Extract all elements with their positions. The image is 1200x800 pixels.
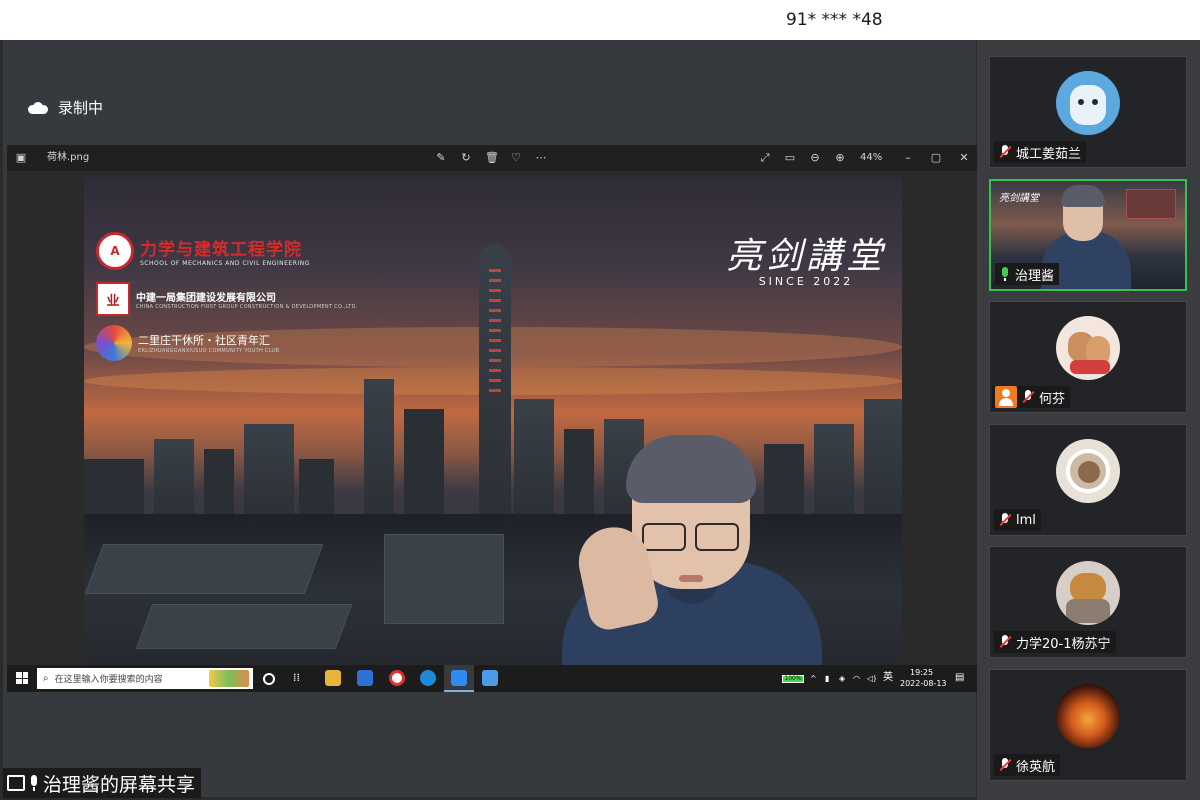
- participant-tile[interactable]: 何芬: [989, 301, 1187, 413]
- community-logo: [96, 325, 132, 361]
- participant-tile[interactable]: 徐英航: [989, 669, 1187, 781]
- person-icon: [995, 386, 1017, 408]
- windows-start-icon[interactable]: [16, 672, 28, 684]
- company-name-en: CHINA CONSTRUCTION FIRST GROUP CONSTRUCT…: [136, 303, 358, 310]
- participant-tile[interactable]: 力学20-1杨苏宁: [989, 546, 1187, 658]
- rotate-icon[interactable]: ↻: [460, 152, 472, 164]
- minimize-icon[interactable]: –: [902, 152, 914, 164]
- brand-title: 亮剑講堂: [725, 236, 886, 277]
- chrome-icon[interactable]: [389, 670, 405, 686]
- windows-taskbar: ⌕ 在这里输入你要搜索的内容 ⁞⁞ 100% ^ ▮ ◈ ◠ ◁) 英 19:2…: [7, 665, 977, 692]
- maximize-icon[interactable]: ▢: [930, 152, 942, 164]
- mic-muted-icon: [1020, 389, 1036, 405]
- participant-name-tag: 治理酱: [995, 263, 1060, 285]
- zoom-in-icon[interactable]: ⊕: [834, 152, 846, 164]
- participant-name-tag: 何芬: [992, 386, 1071, 408]
- participants-panel: 城工姜茹兰 亮剑講堂 治理酱 何芬 lml 力学20-1杨苏宁 徐英航: [977, 40, 1200, 800]
- meeting-id: 91* *** *48: [786, 10, 883, 30]
- mic-icon: [29, 775, 39, 791]
- mic-active-icon: [998, 266, 1012, 282]
- brand-block: 亮剑講堂 SINCE 2022: [726, 227, 886, 288]
- participant-name-tag: lml: [994, 509, 1041, 531]
- participant-name: 城工姜茹兰: [1016, 146, 1082, 162]
- participant-name: 力学20-1杨苏宁: [1016, 636, 1111, 652]
- notification-icon[interactable]: ▤: [955, 673, 964, 683]
- task-view-icon[interactable]: ⁞⁞: [293, 670, 309, 686]
- school-name-en: SCHOOL OF MECHANICS AND CIVIL ENGINEERIN…: [140, 260, 310, 267]
- file-explorer-icon[interactable]: [325, 670, 341, 686]
- taskbar-date[interactable]: 2022-08-13: [900, 679, 947, 689]
- security-app-icon[interactable]: [357, 670, 373, 686]
- more-icon[interactable]: ⋯: [535, 152, 547, 164]
- edge-icon[interactable]: [420, 670, 436, 686]
- battery-icon[interactable]: 100%: [782, 675, 804, 683]
- participant-name: 何芬: [1039, 391, 1066, 407]
- top-bar: 91* *** *48: [0, 0, 1200, 40]
- search-icon: ⌕: [43, 673, 49, 684]
- mic-muted-icon: [997, 512, 1013, 528]
- mic-muted-icon: [997, 144, 1013, 160]
- company-name-cn: 中建一局集团建设发展有限公司: [136, 292, 276, 304]
- school-seal-logo: A: [96, 232, 134, 270]
- volume-icon[interactable]: ◁): [867, 674, 876, 684]
- taskbar-search-placeholder: 在这里输入你要搜索的内容: [54, 675, 163, 685]
- ime-indicator[interactable]: 英: [883, 673, 893, 683]
- participant-tile[interactable]: lml: [989, 424, 1187, 536]
- avatar: [1056, 561, 1120, 625]
- participant-name: 治理酱: [1015, 268, 1055, 284]
- photos-app-icon: ▣: [15, 151, 27, 164]
- slideshow-icon[interactable]: ▭: [784, 152, 796, 164]
- community-name-cn: 二里庄干休所・社区青年汇: [138, 334, 270, 347]
- shared-screen: ▣ 荷林.png ✎ ↻ 🗑 ♡ ⋯ ⤢ ▭ ⊖ ⊕ 44% – ▢ ✕ A 力…: [7, 145, 977, 692]
- avatar: [1056, 71, 1120, 135]
- company-logo: 业: [96, 282, 130, 316]
- mic-muted-icon: [997, 757, 1013, 773]
- photos-icon[interactable]: [482, 670, 498, 686]
- community-name-en: ERLIZHUANGGANXIUSUO COMMUNITY YOUTH CLUB: [138, 348, 280, 354]
- cloud-icon: [28, 101, 48, 114]
- recording-indicator[interactable]: 录制中: [28, 97, 103, 118]
- participant-tile-speaking[interactable]: 亮剑講堂 治理酱: [989, 179, 1187, 291]
- participant-name: 徐英航: [1016, 759, 1056, 775]
- cortana-icon[interactable]: [263, 673, 275, 685]
- participant-tile[interactable]: 城工姜茹兰: [989, 56, 1187, 168]
- participant-name-tag: 徐英航: [994, 754, 1061, 776]
- recording-label: 录制中: [58, 99, 104, 117]
- viewer-file-name: 荷林.png: [47, 152, 90, 163]
- screen-share-icon: [7, 775, 25, 791]
- avatar: [1056, 316, 1120, 380]
- favorite-icon[interactable]: ♡: [510, 152, 522, 164]
- avatar: [1056, 684, 1120, 748]
- school-logo-row: A 力学与建筑工程学院 SCHOOL OF MECHANICS AND CIVI…: [96, 232, 310, 270]
- screen-share-label: 治理酱的屏幕共享: [3, 768, 202, 798]
- school-name-cn: 力学与建筑工程学院: [140, 240, 302, 260]
- participant-name: lml: [1016, 512, 1036, 528]
- tray-app-icon[interactable]: ▮: [825, 674, 829, 684]
- meeting-app-icon[interactable]: [451, 670, 467, 686]
- avatar: [1056, 439, 1120, 503]
- presenter-video-overlay: [562, 435, 822, 692]
- main-stage: 录制中 ▣ 荷林.png ✎ ↻ 🗑 ♡ ⋯ ⤢ ▭ ⊖ ⊕ 44% – ▢ ✕: [3, 40, 977, 798]
- photo-viewer-toolbar: ▣ 荷林.png ✎ ↻ 🗑 ♡ ⋯ ⤢ ▭ ⊖ ⊕ 44% – ▢ ✕: [7, 145, 977, 171]
- close-icon[interactable]: ✕: [958, 152, 970, 164]
- screen-share-text: 治理酱的屏幕共享: [43, 773, 196, 796]
- company-logo-row: 业 中建一局集团建设发展有限公司 CHINA CONSTRUCTION FIRS…: [96, 282, 358, 316]
- network-icon[interactable]: ◠: [853, 674, 860, 684]
- edit-icon[interactable]: ✎: [435, 152, 447, 164]
- tray-shield-icon[interactable]: ◈: [839, 674, 845, 684]
- zoom-out-icon[interactable]: ⊖: [809, 152, 821, 164]
- taskbar-search-box[interactable]: ⌕ 在这里输入你要搜索的内容: [37, 668, 253, 689]
- delete-icon[interactable]: 🗑: [485, 152, 499, 164]
- taskbar-time[interactable]: 19:25: [910, 668, 933, 678]
- zoom-level: 44%: [860, 152, 883, 163]
- fullscreen-icon[interactable]: ⤢: [759, 152, 771, 164]
- tray-chevron-icon[interactable]: ^: [810, 674, 817, 684]
- search-highlight-image: [209, 670, 249, 687]
- mic-muted-icon: [997, 634, 1013, 650]
- participant-name-tag: 城工姜茹兰: [994, 141, 1087, 163]
- participant-name-tag: 力学20-1杨苏宁: [994, 631, 1116, 653]
- community-logo-row: 二里庄干休所・社区青年汇 ERLIZHUANGGANXIUSUO COMMUNI…: [96, 325, 279, 361]
